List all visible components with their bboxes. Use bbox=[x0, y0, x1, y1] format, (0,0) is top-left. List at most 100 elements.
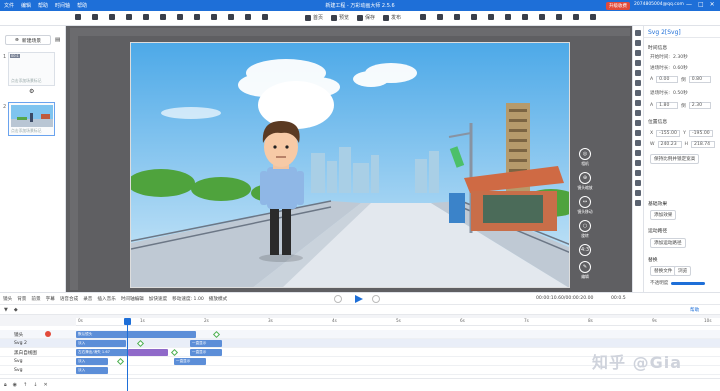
replace-file-button[interactable]: 替换文件 bbox=[650, 266, 677, 276]
zoom-icon[interactable] bbox=[262, 14, 268, 20]
flip-icon[interactable] bbox=[228, 14, 234, 20]
keyframe-icon[interactable] bbox=[170, 348, 179, 357]
menu-help[interactable]: 帮助 bbox=[38, 2, 48, 9]
publish-button[interactable]: 发布 bbox=[383, 14, 401, 21]
role-icon[interactable] bbox=[635, 70, 641, 76]
text-icon[interactable] bbox=[635, 40, 641, 46]
video-icon[interactable] bbox=[635, 90, 641, 96]
zoom-field[interactable]: 00:0.5 bbox=[611, 296, 626, 301]
tl-playmode-button[interactable]: 播放模式 bbox=[209, 296, 227, 302]
scene-layout-icon[interactable]: ▤ bbox=[55, 37, 60, 43]
move-tool-button[interactable]: ↔ bbox=[579, 196, 591, 208]
zoom-tool-button[interactable]: ⊕ bbox=[579, 172, 591, 184]
play-icon[interactable] bbox=[352, 294, 364, 304]
vip-upgrade-button[interactable]: 升级收费 bbox=[606, 1, 630, 10]
track-bar[interactable]: 默认镜头 bbox=[76, 331, 196, 338]
tl-camera-button[interactable]: 镜头 bbox=[3, 296, 12, 302]
opacity-slider[interactable] bbox=[671, 281, 706, 285]
plugin-icon[interactable] bbox=[635, 190, 641, 196]
track-bar[interactable]: 一直显示 bbox=[190, 340, 222, 347]
trash-icon[interactable]: ✕ bbox=[43, 382, 47, 388]
account-email[interactable]: 2074805004@qq.com bbox=[634, 2, 684, 7]
menu-help-2[interactable]: 帮助 bbox=[77, 2, 87, 9]
paste-icon[interactable] bbox=[126, 14, 132, 20]
menu-file[interactable]: 文件 bbox=[4, 2, 14, 9]
next-icon[interactable] bbox=[372, 295, 380, 303]
tl-record-button[interactable]: 录音 bbox=[83, 296, 92, 302]
w-input[interactable]: 240.23 bbox=[657, 141, 682, 148]
scene-card-1[interactable]: 1 00:1 点击添加场景标记 bbox=[3, 52, 55, 86]
special-icon[interactable] bbox=[635, 120, 641, 126]
preview-button[interactable]: 预览 bbox=[331, 14, 349, 21]
shape-icon[interactable] bbox=[635, 50, 641, 56]
snap-icon[interactable] bbox=[420, 14, 426, 20]
flash-icon[interactable] bbox=[635, 150, 641, 156]
effect-icon[interactable] bbox=[635, 160, 641, 166]
align-icon[interactable] bbox=[160, 14, 166, 20]
track-bar[interactable]: 一直显示 bbox=[190, 349, 222, 356]
table-icon[interactable] bbox=[635, 140, 641, 146]
add-keyframe-icon[interactable]: ◆ bbox=[14, 307, 18, 313]
map-icon[interactable] bbox=[635, 170, 641, 176]
track-bar[interactable]: 左右滑出/消失 1.67 bbox=[76, 349, 128, 356]
camera-tool-button[interactable]: ◎ bbox=[579, 148, 591, 160]
track-bar[interactable]: 淡入 bbox=[76, 358, 108, 365]
zoom-out-icon[interactable] bbox=[505, 14, 511, 20]
filter-icon[interactable] bbox=[635, 180, 641, 186]
zoom-in-icon[interactable] bbox=[488, 14, 494, 20]
tl-speedup-button[interactable]: 加快速度 bbox=[149, 296, 167, 302]
fit-icon[interactable] bbox=[471, 14, 477, 20]
new-scene-button[interactable]: ⊕ 新建场景 bbox=[5, 35, 51, 45]
redo-icon[interactable] bbox=[92, 14, 98, 20]
tl-tts-button[interactable]: 语音合成 bbox=[60, 296, 78, 302]
save-button[interactable]: 保存 bbox=[357, 14, 375, 21]
scale-fix-input[interactable]: 2.30 bbox=[688, 102, 711, 109]
up-icon[interactable]: ↑ bbox=[23, 382, 27, 388]
keep-ratio-button[interactable]: 保持比例并锁定宽高 bbox=[650, 154, 700, 164]
tl-subtitle-button[interactable]: 字幕 bbox=[46, 296, 55, 302]
track-bar[interactable]: 淡入 bbox=[76, 367, 108, 374]
add-effect-button[interactable]: 添加效果 bbox=[650, 210, 677, 220]
track-row[interactable]: Svg 2 淡入 一直显示 bbox=[0, 339, 720, 348]
track-row[interactable]: 镜头 默认镜头 bbox=[0, 330, 720, 339]
scale-input[interactable]: 1.80 bbox=[656, 102, 679, 109]
alpha-fix-input[interactable]: 0.80 bbox=[688, 76, 711, 83]
down-icon[interactable]: ↓ bbox=[33, 382, 37, 388]
keyframe-icon[interactable] bbox=[136, 339, 145, 348]
playhead-handle[interactable] bbox=[124, 318, 131, 325]
record-dot-icon[interactable] bbox=[45, 331, 51, 337]
info-icon[interactable] bbox=[590, 14, 596, 20]
exit-duration-value[interactable]: 0.50秒 bbox=[673, 90, 688, 96]
timeline-ruler[interactable]: 0s 1s 2s 3s 4s 5s 6s 7s 8s 9s 10s bbox=[76, 318, 720, 326]
track-bar[interactable]: 一直显示 bbox=[174, 358, 206, 365]
edit-tool-button[interactable]: ✎ bbox=[579, 261, 591, 273]
lock-icon[interactable] bbox=[194, 14, 200, 20]
fullscreen-icon[interactable] bbox=[522, 14, 528, 20]
export-icon[interactable] bbox=[556, 14, 562, 20]
keyframe-icon[interactable] bbox=[116, 357, 125, 366]
browse-button[interactable]: 浏览 bbox=[674, 266, 692, 276]
bubble-icon[interactable] bbox=[635, 110, 641, 116]
timeline-help-link[interactable]: 帮助 bbox=[690, 307, 699, 313]
x-input[interactable]: -155.00 bbox=[656, 130, 681, 137]
copy-icon[interactable] bbox=[109, 14, 115, 20]
keyframe-icon[interactable] bbox=[212, 330, 221, 339]
ratio-tool-button[interactable]: 4:3 bbox=[579, 244, 591, 256]
scene-settings-icon[interactable]: ⚙ bbox=[29, 88, 34, 95]
guide-icon[interactable] bbox=[454, 14, 460, 20]
h-input[interactable]: 218.74 bbox=[691, 141, 716, 148]
menu-timeline[interactable]: 时间轴 bbox=[55, 2, 70, 9]
math-icon[interactable] bbox=[635, 130, 641, 136]
image-icon[interactable] bbox=[635, 30, 641, 36]
track-bar[interactable]: 淡入 bbox=[76, 340, 126, 347]
stop-icon[interactable] bbox=[334, 295, 342, 303]
tl-foreground-button[interactable]: 前景 bbox=[31, 296, 40, 302]
scene-card-2[interactable]: 2 点击添加场景标记 bbox=[3, 102, 55, 136]
more-icon[interactable] bbox=[635, 200, 641, 206]
home-button[interactable]: 首页 bbox=[305, 14, 323, 21]
rotate-tool-button[interactable]: ○ bbox=[579, 220, 591, 232]
filter-icon[interactable]: ▼ bbox=[4, 307, 8, 313]
layer-icon[interactable] bbox=[211, 14, 217, 20]
menu-edit[interactable]: 编辑 bbox=[21, 2, 31, 9]
grid-icon[interactable] bbox=[245, 14, 251, 20]
